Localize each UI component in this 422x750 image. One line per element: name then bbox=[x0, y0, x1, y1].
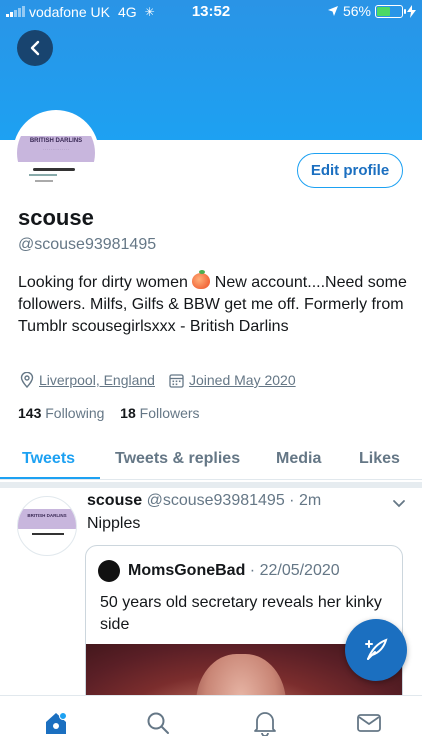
location-arrow-icon bbox=[327, 6, 338, 16]
tweet-time: · 2m bbox=[289, 492, 322, 509]
calendar-icon bbox=[169, 373, 184, 388]
followers-count: 18 bbox=[120, 405, 136, 421]
tweet-author-name[interactable]: scouse bbox=[87, 492, 142, 509]
joined-date[interactable]: Joined May 2020 bbox=[189, 372, 296, 388]
tweet-avatar-title: BRITISH DARLINS bbox=[27, 513, 67, 518]
tweet-text: Nipples bbox=[87, 515, 141, 532]
location-link[interactable]: Liverpool, England bbox=[39, 372, 155, 388]
edit-profile-button[interactable]: Edit profile bbox=[297, 153, 403, 188]
back-button[interactable] bbox=[17, 30, 53, 66]
profile-avatar[interactable]: BRITISH DARLINS . . . . . . . . . . . . … bbox=[13, 110, 99, 196]
compose-tweet-icon bbox=[365, 638, 388, 660]
bio-text-start: Looking for dirty women bbox=[18, 274, 188, 291]
following-count: 143 bbox=[18, 405, 42, 421]
follow-counts: 143 Following 18 Followers bbox=[18, 405, 200, 421]
bottom-navigation bbox=[0, 695, 422, 750]
tab-media[interactable]: Media bbox=[276, 438, 321, 480]
battery-percent: 56% bbox=[342, 3, 371, 19]
status-bar: vodafone UK 4G ✳ 13:52 56% bbox=[0, 0, 422, 24]
battery-icon bbox=[375, 4, 406, 18]
quoted-avatar bbox=[98, 560, 120, 582]
charging-bolt-icon bbox=[407, 4, 416, 18]
peach-emoji-icon bbox=[192, 270, 211, 289]
nav-home[interactable] bbox=[41, 708, 71, 738]
chevron-down-icon bbox=[393, 500, 405, 508]
tweet-menu-button[interactable] bbox=[392, 496, 406, 514]
location-pin-icon bbox=[20, 372, 34, 388]
profile-bio: Looking for dirty women New account....N… bbox=[18, 270, 408, 338]
home-icon bbox=[46, 712, 67, 734]
nav-search[interactable] bbox=[143, 708, 173, 738]
chevron-left-icon bbox=[30, 40, 40, 56]
quoted-text: 50 years old secretary reveals her kinky… bbox=[100, 594, 382, 633]
tweet-header: scouse @scouse93981495 · 2m bbox=[87, 492, 321, 510]
tab-tweets[interactable]: Tweets bbox=[22, 438, 75, 480]
followers-label: Followers bbox=[139, 405, 200, 421]
quoted-header: MomsGoneBad · 22/05/2020 bbox=[128, 562, 340, 580]
avatar-title: BRITISH DARLINS bbox=[29, 138, 83, 144]
tweet-author-handle: @scouse93981495 bbox=[146, 492, 285, 509]
nav-notifications[interactable] bbox=[250, 708, 280, 738]
search-icon bbox=[147, 712, 169, 734]
profile-tabs: Tweets Tweets & replies Media Likes bbox=[0, 438, 422, 480]
nav-messages[interactable] bbox=[354, 708, 384, 738]
tab-tweets-replies[interactable]: Tweets & replies bbox=[115, 438, 240, 480]
active-tab-indicator bbox=[0, 477, 100, 479]
quoted-author-name: MomsGoneBad bbox=[128, 562, 246, 579]
profile-meta: Liverpool, England Joined May 2020 bbox=[20, 372, 296, 388]
notifications-icon bbox=[254, 712, 276, 736]
following-label: Following bbox=[45, 405, 105, 421]
tab-likes[interactable]: Likes bbox=[359, 438, 400, 480]
compose-tweet-button[interactable] bbox=[345, 619, 407, 681]
section-divider bbox=[0, 482, 422, 488]
profile-handle: @scouse93981495 bbox=[18, 236, 157, 253]
messages-icon bbox=[357, 714, 381, 732]
tweet-avatar[interactable]: BRITISH DARLINS bbox=[17, 496, 77, 556]
followers-link[interactable]: 18 Followers bbox=[120, 405, 199, 421]
profile-name: scouse bbox=[18, 205, 94, 230]
quoted-date: · 22/05/2020 bbox=[249, 562, 340, 579]
following-link[interactable]: 143 Following bbox=[18, 405, 104, 421]
